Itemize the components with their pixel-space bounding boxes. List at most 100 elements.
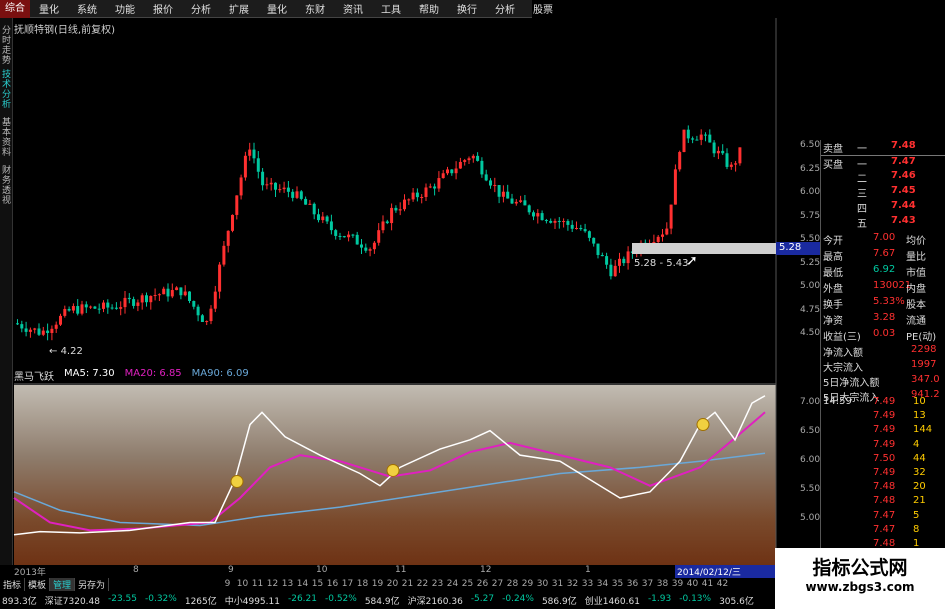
- candle-body: [196, 306, 200, 316]
- candle-body: [329, 221, 333, 231]
- candle-body: [231, 214, 234, 231]
- candle-body: [123, 297, 127, 308]
- day-number: 22: [416, 579, 429, 589]
- tick-price: 7.47: [873, 523, 896, 535]
- candle-body: [157, 294, 161, 296]
- tick-price: 7.49: [873, 467, 896, 478]
- stat-label-b: 均价: [906, 236, 926, 247]
- candle-body: [338, 235, 342, 237]
- tick-row: 7.49 32: [821, 467, 945, 482]
- candle-body: [312, 203, 316, 215]
- stat-label: 收益(三): [823, 332, 861, 343]
- day-number: 29: [521, 579, 534, 589]
- x-axis: 2013年 8 9 10 11 12 1 2014/02/12/三: [0, 565, 776, 578]
- candle-body: [394, 207, 398, 211]
- candle-body: [269, 182, 273, 185]
- bottom-tabs: 指标 模板 管理 另存为: [0, 578, 110, 591]
- candle-body: [519, 200, 523, 202]
- y-tick-upper: 6.50: [800, 140, 821, 150]
- candle-body: [364, 247, 368, 251]
- candle-body: [613, 265, 617, 277]
- candle-body: [549, 220, 553, 223]
- candle-body: [54, 324, 58, 329]
- candle-body: [622, 258, 626, 264]
- candle-body: [93, 306, 97, 309]
- ticker-item: 创业1460.61: [584, 597, 640, 607]
- candle-body: [342, 236, 346, 238]
- candle-body: [89, 306, 93, 308]
- y-tick-lower: 5.00: [800, 513, 821, 523]
- tick-volume: 144: [913, 424, 933, 436]
- candle-body: [291, 191, 295, 198]
- candle-body: [347, 234, 351, 238]
- candle-body: [398, 209, 402, 211]
- candle-body: [286, 187, 290, 192]
- order-book-price: 7.47: [891, 156, 916, 167]
- day-number: 11: [251, 579, 264, 589]
- flow-value: 347.0: [911, 374, 940, 385]
- y-tick-lower: 6.00: [800, 455, 821, 465]
- tick-price: 7.50: [873, 452, 896, 464]
- stat-row: 净资 3.28 流通: [821, 312, 945, 327]
- quote-panel: 卖盘一 7.48 买盘一 7.47 二 7.46 三 7.45 四 7.44 五 7.43 今开 7.00…: [820, 140, 945, 570]
- candle-body: [691, 138, 695, 140]
- candle-body: [682, 129, 686, 153]
- stat-row: 今开 7.00 均价: [821, 232, 945, 247]
- candle-body: [106, 302, 110, 308]
- order-book-level: 五: [857, 219, 867, 230]
- day-number: 31: [551, 579, 564, 589]
- ticker-item: 沪深2160.36: [407, 597, 463, 607]
- candle-body: [119, 307, 123, 309]
- y-tick-upper: 5.00: [800, 281, 821, 291]
- day-number: 21: [401, 579, 414, 589]
- candle-body: [239, 177, 243, 196]
- candle-body: [480, 160, 484, 175]
- order-book-level: 三: [857, 189, 867, 200]
- tick-volume: 44: [913, 452, 926, 464]
- tick-volume: 8: [913, 523, 920, 535]
- bottom-tab-2[interactable]: 管理: [50, 578, 76, 591]
- candle-body: [725, 153, 729, 167]
- stat-label-b: 股本: [906, 300, 926, 311]
- stat-label-b: 流通: [906, 316, 926, 327]
- candle-body: [355, 234, 359, 245]
- bottom-tab-3[interactable]: 另存为: [75, 578, 110, 591]
- candle-body: [37, 328, 41, 335]
- candle-body: [437, 178, 441, 189]
- flow-row: 净流入额 2298: [821, 344, 945, 359]
- candle-body: [476, 155, 480, 161]
- bottom-tab-1[interactable]: 模板: [25, 578, 51, 591]
- ticker-item: 深证7320.48: [44, 597, 100, 607]
- stat-label: 净资: [823, 316, 843, 327]
- candle-body: [110, 307, 114, 309]
- smiley-signal-icon: [696, 418, 710, 432]
- order-book-row: 买盘 一 7.47: [821, 155, 945, 171]
- y-tick-upper: 6.00: [800, 187, 821, 197]
- candle-body: [71, 306, 75, 311]
- flow-value: 1997: [911, 359, 937, 370]
- candle-body: [213, 291, 217, 309]
- day-number: 28: [506, 579, 519, 589]
- candle-body: [334, 230, 338, 236]
- candle-body: [226, 230, 230, 246]
- candle-body: [544, 220, 548, 222]
- crosshair-hbar: [632, 243, 777, 254]
- candle-body: [80, 304, 84, 314]
- candle-body: [729, 164, 733, 167]
- candle-body: [278, 189, 282, 191]
- tick-row: 14:59 7.49 10: [821, 396, 945, 411]
- candle-body: [626, 251, 630, 264]
- ticker-item: -0.32%: [145, 594, 177, 604]
- candle-body: [484, 174, 488, 181]
- indicator-name[interactable]: 黑马飞跃: [14, 368, 54, 383]
- stat-row: 最低 6.92 市值: [821, 264, 945, 279]
- candle-body: [579, 227, 583, 230]
- stat-row: 外盘 130021 内盘: [821, 280, 945, 295]
- candle-body: [50, 328, 54, 333]
- candle-body: [265, 184, 269, 186]
- day-number: 37: [641, 579, 654, 589]
- bottom-tab-0[interactable]: 指标: [0, 578, 26, 591]
- ma5-value: MA5: 7.30: [64, 368, 115, 379]
- stat-value: 7.67: [873, 248, 896, 259]
- candle-body: [669, 204, 673, 229]
